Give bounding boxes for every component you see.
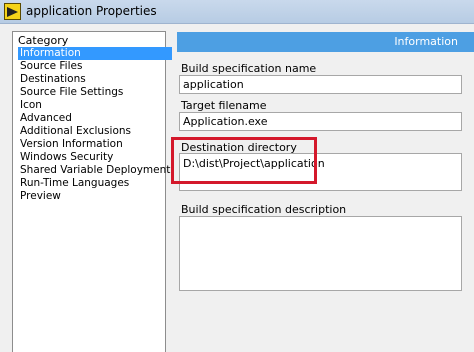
- title-bar[interactable]: application Properties: [0, 0, 474, 24]
- build-spec-name-input[interactable]: application: [179, 75, 462, 94]
- category-list: Information Source Files Destinations So…: [18, 47, 173, 203]
- labview-app-icon: [4, 3, 21, 20]
- information-header-label: Information: [394, 35, 458, 48]
- highlight-annotation-box: [171, 137, 317, 184]
- category-item-source-files[interactable]: Source Files: [18, 60, 172, 73]
- category-item-information[interactable]: Information: [18, 47, 173, 60]
- window-title: application Properties: [26, 4, 157, 18]
- build-spec-description-textarea[interactable]: [179, 216, 462, 291]
- category-header: Category: [18, 34, 69, 47]
- build-spec-name-label: Build specification name: [181, 62, 317, 75]
- target-filename-input[interactable]: Application.exe: [179, 112, 462, 131]
- category-item-preview[interactable]: Preview: [18, 190, 172, 203]
- category-item-destinations[interactable]: Destinations: [18, 73, 172, 86]
- build-spec-description-label: Build specification description: [181, 203, 347, 216]
- category-panel: Category Information Source Files Destin…: [12, 31, 173, 352]
- information-section-header: Information: [177, 32, 474, 52]
- category-item-shared-variable-deployment[interactable]: Shared Variable Deployment: [18, 164, 172, 177]
- category-item-run-time-languages[interactable]: Run-Time Languages: [18, 177, 172, 190]
- category-item-source-file-settings[interactable]: Source File Settings: [18, 86, 172, 99]
- target-filename-label: Target filename: [181, 99, 267, 112]
- category-item-advanced[interactable]: Advanced: [18, 112, 172, 125]
- category-item-icon[interactable]: Icon: [18, 99, 172, 112]
- category-item-additional-exclusions[interactable]: Additional Exclusions: [18, 125, 172, 138]
- category-item-version-information[interactable]: Version Information: [18, 138, 172, 151]
- category-item-windows-security[interactable]: Windows Security: [18, 151, 172, 164]
